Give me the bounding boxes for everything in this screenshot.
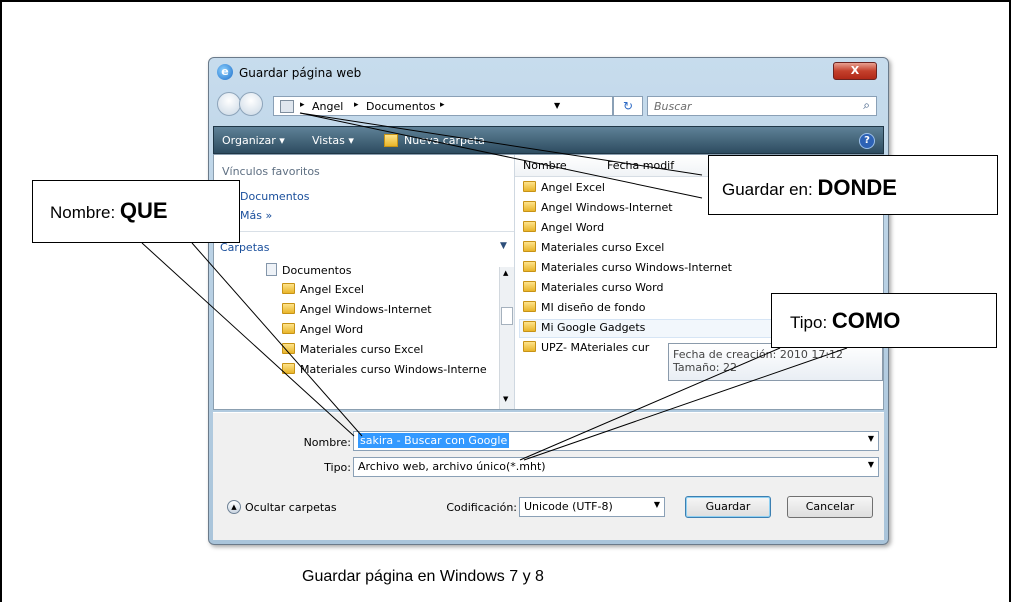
callout-strong: QUE <box>119 198 168 223</box>
callout-prefix: Tipo: <box>790 313 832 332</box>
callout-nombre: Nombre: QUE <box>32 180 240 243</box>
callout-guardar: Guardar en: DONDE <box>708 155 998 215</box>
callout-prefix: Guardar en: <box>722 180 818 199</box>
callout-tipo: Tipo: COMO <box>771 293 997 348</box>
figure-frame: e Guardar página web X ▸ Angel ▸ Documen… <box>0 0 1011 602</box>
callout-prefix: Nombre: <box>50 203 120 222</box>
callout-strong: COMO <box>831 308 901 333</box>
figure-caption: Guardar página en Windows 7 y 8 <box>302 568 544 585</box>
callout-strong: DONDE <box>817 175 897 200</box>
